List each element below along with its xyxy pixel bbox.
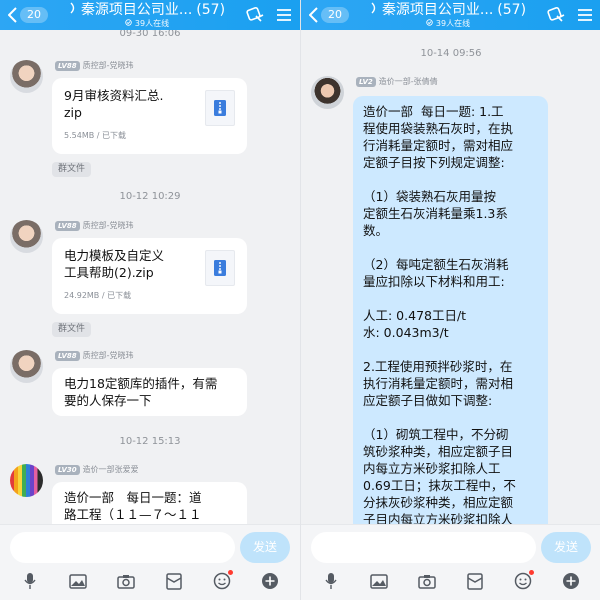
avatar[interactable] (311, 76, 344, 109)
plus-icon[interactable] (560, 570, 582, 592)
file-name: 9月审核资料汇总. zip (64, 88, 164, 120)
unread-count-badge: 20 (20, 7, 48, 23)
microphone-icon[interactable] (320, 570, 342, 592)
sender-line: LV30 造价一部张爱爱 (55, 464, 139, 475)
chat-header: 20 秦源项目公司业... (57) 39人在线 (0, 0, 300, 30)
image-icon[interactable] (67, 570, 89, 592)
sender-line: LV88 质控部-党晓玮 (55, 60, 134, 71)
member-count: (57) (497, 1, 527, 18)
level-badge: LV30 (55, 464, 80, 475)
online-icon (426, 19, 433, 28)
red-packet-icon[interactable] (163, 570, 185, 592)
zip-file-icon (205, 250, 235, 286)
sender-line: LV88 质控部-党晓玮 (55, 350, 134, 361)
group-file-tag[interactable]: 群文件 (52, 162, 92, 177)
plus-icon[interactable] (259, 570, 281, 592)
avatar[interactable] (10, 350, 43, 383)
file-message-bubble[interactable]: 9月审核资料汇总. zip 5.54MB / 已下载 (52, 78, 247, 154)
emoji-icon[interactable] (512, 570, 534, 592)
input-bar: 发送 (301, 524, 600, 600)
back-chevron-icon (8, 7, 17, 23)
text-message-bubble[interactable]: 造价一部 每日一题: 1.工 程使用袋装熟石灰时，在执 行消耗量定额时，需对相应… (353, 96, 548, 524)
group-file-tag[interactable]: 群文件 (52, 322, 92, 337)
level-badge: LV2 (356, 76, 376, 87)
chat-screen-right: 20 秦源项目公司业... (57) 39人在线 10-14 09:56 LV2… (300, 0, 600, 600)
message-input[interactable] (10, 532, 235, 563)
avatar[interactable] (10, 464, 43, 497)
file-name: 电力模板及自定义 工具帮助(2).zip (64, 248, 165, 280)
chat-settings-icon[interactable] (547, 6, 567, 24)
menu-icon[interactable] (577, 8, 593, 22)
chat-title-area[interactable]: 秦源项目公司业... (57) 39人在线 (48, 2, 246, 28)
file-meta: 5.54MB / 已下载 (64, 131, 126, 140)
sound-icon (370, 2, 378, 17)
screenshot-pair: 20 秦源项目公司业... (57) 39人在线 09-30 16:06 LV8… (0, 0, 600, 600)
online-icon (125, 19, 132, 28)
send-button[interactable]: 发送 (541, 532, 591, 563)
timestamp: 10-14 09:56 (420, 48, 482, 59)
chat-header: 20 秦源项目公司业... (57) 39人在线 (301, 0, 600, 30)
chat-settings-icon[interactable] (246, 6, 266, 24)
zip-file-icon (205, 90, 235, 126)
sender-name[interactable]: 质控部-党晓玮 (83, 350, 134, 361)
group-title: 秦源项目公司业... (381, 1, 494, 18)
message-list[interactable]: 10-14 09:56 LV2 造价一部-张倩倩 造价一部 每日一题: 1.工 … (301, 30, 600, 524)
emoji-icon[interactable] (211, 570, 233, 592)
input-toolbar (0, 569, 300, 593)
input-bar: 发送 (0, 524, 300, 600)
level-badge: LV88 (55, 60, 80, 71)
sender-line: LV2 造价一部-张倩倩 (356, 76, 438, 87)
camera-icon[interactable] (115, 570, 137, 592)
level-badge: LV88 (55, 350, 80, 361)
message-input[interactable] (311, 532, 536, 563)
send-button[interactable]: 发送 (240, 532, 290, 563)
notification-dot (529, 570, 534, 575)
red-packet-icon[interactable] (464, 570, 486, 592)
sender-name[interactable]: 质控部-党晓玮 (83, 220, 134, 231)
sender-name[interactable]: 质控部-党晓玮 (83, 60, 134, 71)
avatar[interactable] (10, 220, 43, 253)
timestamp: 09-30 16:06 (119, 30, 181, 39)
avatar[interactable] (10, 60, 43, 93)
image-icon[interactable] (368, 570, 390, 592)
sender-name[interactable]: 造价一部-张倩倩 (379, 76, 438, 87)
text-message-bubble[interactable]: 电力18定额库的插件，有需 要的人保存一下 (52, 368, 247, 416)
timestamp: 10-12 15:13 (119, 436, 181, 447)
back-button[interactable]: 20 (0, 0, 48, 30)
message-list[interactable]: 09-30 16:06 LV88 质控部-党晓玮 9月审核资料汇总. zip 5… (0, 30, 300, 524)
text-message-bubble[interactable]: 造价一部 每日一题：道 路工程（１１—７～１１ (52, 482, 247, 524)
chat-title-area[interactable]: 秦源项目公司业... (57) 39人在线 (349, 2, 547, 28)
file-message-bubble[interactable]: 电力模板及自定义 工具帮助(2).zip 24.92MB / 已下载 (52, 238, 247, 314)
back-chevron-icon (309, 7, 318, 23)
microphone-icon[interactable] (19, 570, 41, 592)
camera-icon[interactable] (416, 570, 438, 592)
chat-screen-left: 20 秦源项目公司业... (57) 39人在线 09-30 16:06 LV8… (0, 0, 300, 600)
online-status: 39人在线 (134, 18, 170, 28)
member-count: (57) (196, 1, 226, 18)
sound-icon (69, 2, 77, 17)
timestamp: 10-12 10:29 (119, 191, 181, 202)
online-status: 39人在线 (435, 18, 471, 28)
back-button[interactable]: 20 (301, 0, 349, 30)
unread-count-badge: 20 (321, 7, 349, 23)
sender-line: LV88 质控部-党晓玮 (55, 220, 134, 231)
sender-name[interactable]: 造价一部张爱爱 (83, 464, 139, 475)
menu-icon[interactable] (276, 8, 292, 22)
group-title: 秦源项目公司业... (80, 1, 193, 18)
file-meta: 24.92MB / 已下载 (64, 291, 132, 300)
input-toolbar (301, 569, 600, 593)
notification-dot (228, 570, 233, 575)
level-badge: LV88 (55, 220, 80, 231)
